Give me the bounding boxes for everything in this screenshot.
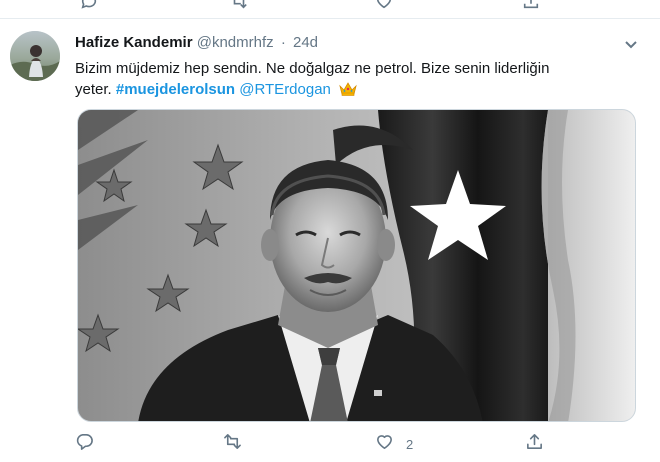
reply-icon (75, 432, 94, 456)
hashtag-link[interactable]: #muejdelerolsun (116, 81, 235, 98)
like-button[interactable]: 2 (375, 433, 413, 455)
retweet-button[interactable] (223, 433, 242, 455)
more-options-chevron-down-icon[interactable] (624, 37, 638, 51)
retweet-icon (223, 432, 242, 456)
like-count: 2 (406, 436, 414, 452)
crown-icon (339, 81, 357, 102)
previous-like-count: 5 (405, 0, 412, 3)
author-handle[interactable]: @kndmrhfz (197, 34, 274, 51)
tweet[interactable]: Hafize Kandemir @kndmrhfz · 24d Bizim mü… (0, 19, 660, 462)
heart-icon (375, 432, 394, 456)
previous-reply-icon[interactable] (80, 0, 98, 13)
previous-tweet-actions: 5 (0, 0, 660, 9)
tweet-text-prefix: yeter. (75, 81, 116, 98)
previous-share-icon[interactable] (522, 0, 540, 13)
mention-link[interactable]: @RTErdogan (239, 81, 331, 98)
avatar[interactable] (10, 31, 60, 81)
author-name[interactable]: Hafize Kandemir (75, 34, 193, 51)
tweet-actions: 2 (75, 433, 635, 459)
share-icon (525, 432, 544, 456)
tweet-text-line-2: yeter. #muejdelerolsun @RTErdogan (75, 79, 635, 102)
grayscale-portrait-with-flag-icon (78, 110, 635, 421)
tweet-text-line-1: Bizim müjdemiz hep sendin. Ne doğalgaz n… (75, 60, 550, 77)
tweet-text: Bizim müjdemiz hep sendin. Ne doğalgaz n… (75, 58, 635, 102)
profile-photo-icon (10, 31, 60, 81)
reply-button[interactable] (75, 433, 94, 455)
share-button[interactable] (525, 433, 544, 455)
tweet-photo[interactable] (77, 109, 636, 422)
previous-retweet-icon[interactable] (230, 0, 248, 13)
timestamp[interactable]: 24d (293, 34, 318, 51)
tweet-header: Hafize Kandemir @kndmrhfz · 24d (75, 34, 635, 54)
previous-heart-icon[interactable] (375, 0, 393, 13)
separator-dot: · (280, 34, 286, 51)
